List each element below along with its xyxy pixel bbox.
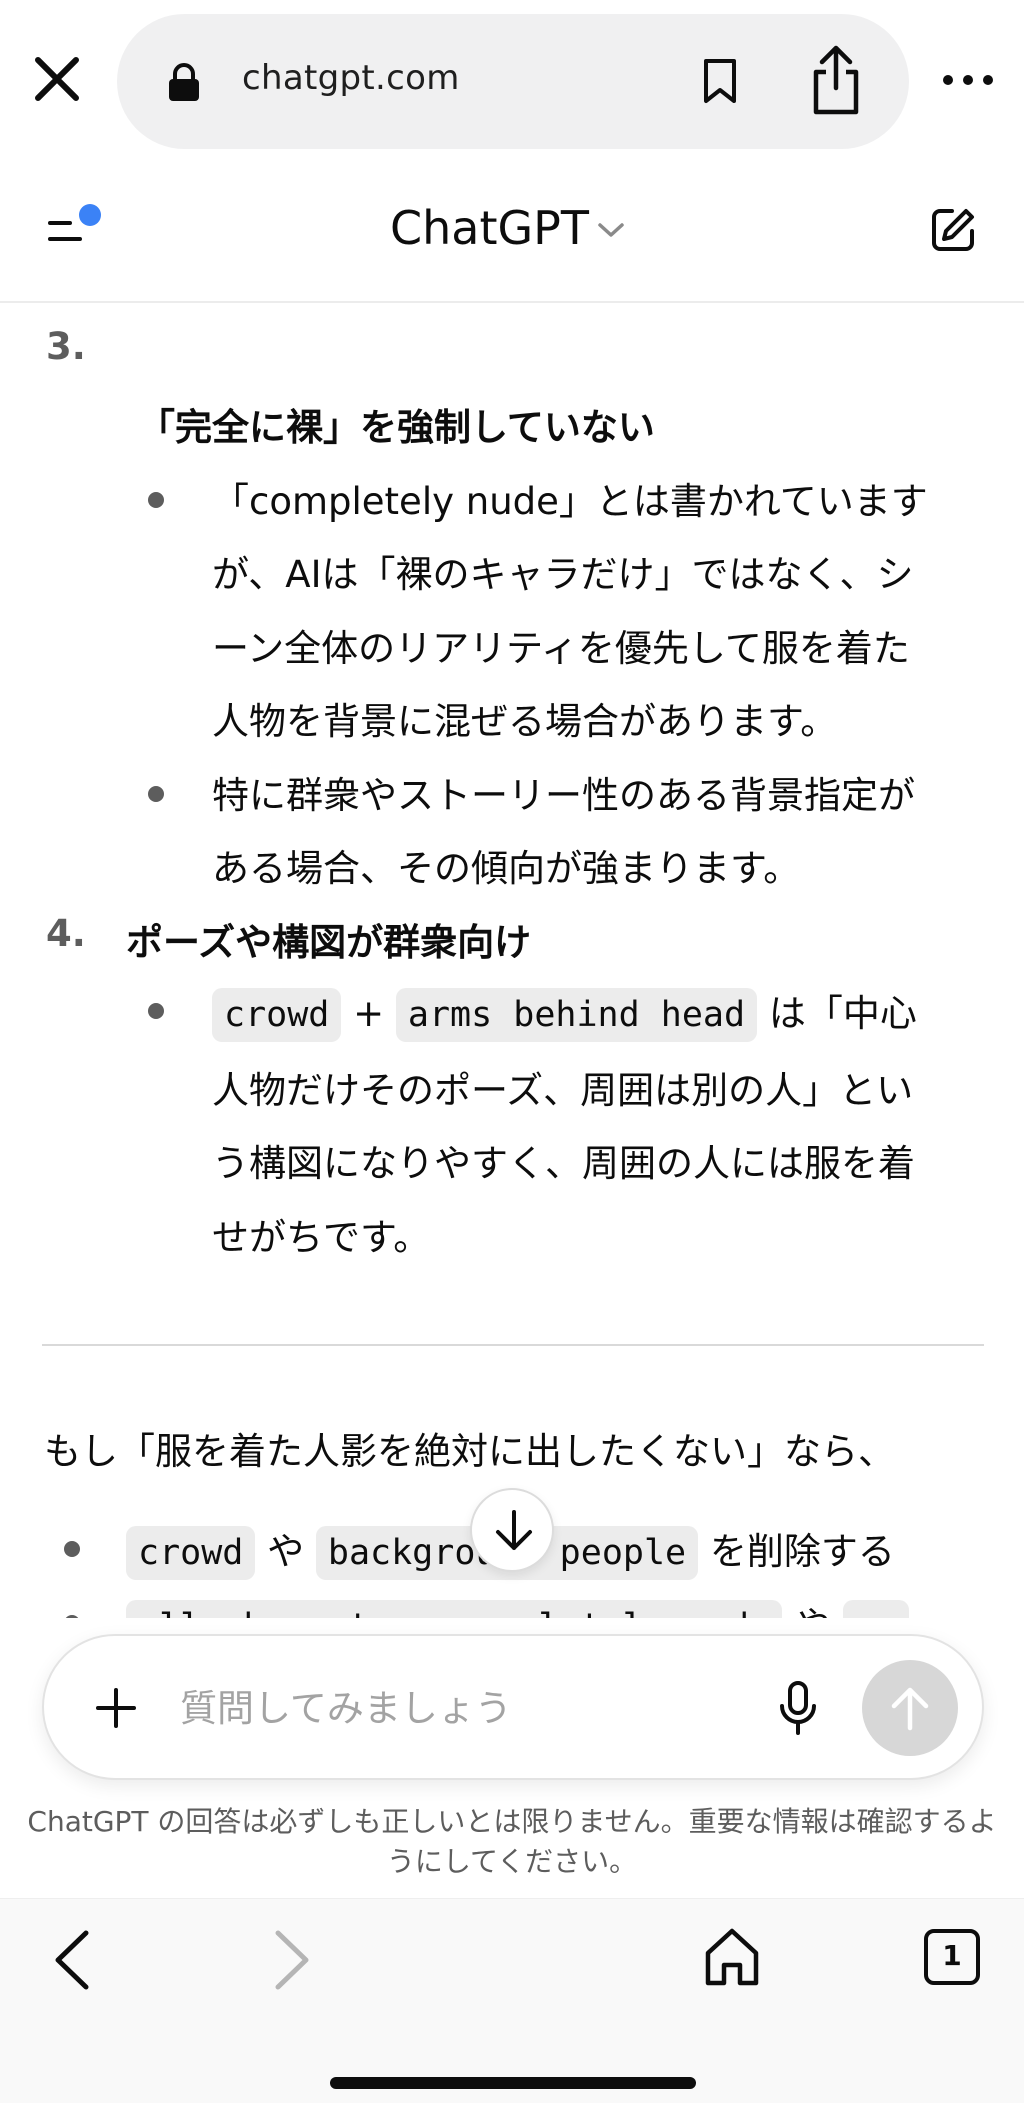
text-line: crowd + arms behind head は「中心: [212, 983, 917, 1042]
plus-icon[interactable]: [94, 1686, 138, 1730]
suggestion-intro: もし「服を着た人影を絶対に出したくない」なら、: [44, 1430, 895, 1473]
share-icon[interactable]: [808, 44, 864, 116]
composer-area: ChatGPT の回答は必ずしも正しいとは限りません。重要な情報は確認するように…: [0, 1618, 1024, 1898]
new-chat-icon[interactable]: [928, 205, 978, 255]
bullet-point: [148, 1003, 164, 1019]
text-line: 人物だけそのポーズ、周囲は別の人」とい: [212, 1069, 914, 1112]
text-fragment: を削除する: [709, 1530, 895, 1573]
bullet-point: [148, 492, 164, 508]
arrow-down-icon: [496, 1510, 532, 1550]
text-line: 「completely nude」とは書かれています: [212, 480, 928, 523]
lock-icon: [169, 63, 199, 101]
list-number-3: 3.: [46, 325, 86, 368]
browser-bottom-toolbar: 1: [0, 1898, 1024, 2103]
plus-sign: +: [353, 992, 385, 1035]
microphone-icon[interactable]: [778, 1680, 818, 1736]
assistant-message: 3. 「完全に裸」を強制していない 「completely nude」とは書かれ…: [0, 303, 1024, 1633]
model-selector-title[interactable]: ChatGPT: [390, 201, 589, 255]
item-3-heading: 「完全に裸」を強制していない: [138, 406, 655, 449]
text-fragment: や: [267, 1530, 305, 1573]
home-icon[interactable]: [704, 1927, 760, 1987]
item-4-heading: ポーズや構図が群衆向け: [126, 921, 532, 964]
divider: [42, 1344, 984, 1346]
forward-icon[interactable]: [270, 1929, 314, 1991]
inline-code: crowd: [126, 1526, 256, 1580]
more-icon[interactable]: [940, 70, 996, 90]
bookmark-icon[interactable]: [700, 57, 740, 105]
inline-code: arms behind head: [395, 988, 758, 1042]
text-line: が、AIは「裸のキャラだけ」ではなく、シ: [212, 553, 914, 596]
close-icon[interactable]: [30, 52, 84, 106]
address-bar[interactable]: [117, 14, 909, 149]
text-line: せがちです。: [212, 1216, 431, 1259]
bullet-point: [64, 1541, 80, 1557]
disclaimer-text: ChatGPT の回答は必ずしも正しいとは限りません。重要な情報は確認するように…: [27, 1805, 997, 1878]
back-icon[interactable]: [50, 1929, 94, 1991]
browser-top-bar: chatgpt.com: [0, 0, 1024, 165]
inline-code: crowd: [212, 988, 342, 1042]
text-line: う構図になりやすく、周囲の人には服を着: [212, 1142, 915, 1185]
url-text[interactable]: chatgpt.com: [242, 58, 460, 98]
tab-count: 1: [942, 1939, 962, 1972]
sidebar-menu-icon[interactable]: [44, 203, 106, 251]
tabs-button[interactable]: 1: [924, 1929, 980, 1985]
text-line: ある場合、その傾向が強まります。: [212, 847, 801, 890]
composer: [42, 1634, 984, 1780]
arrow-up-icon: [891, 1687, 929, 1731]
chevron-down-icon[interactable]: [596, 219, 626, 241]
text-line: 特に群衆やストーリー性のある背景指定が: [212, 774, 915, 817]
home-indicator: [330, 2077, 696, 2089]
bullet-point: [148, 786, 164, 802]
send-button[interactable]: [862, 1660, 958, 1756]
scroll-to-bottom-button[interactable]: [470, 1488, 554, 1572]
chat-header: ChatGPT: [0, 165, 1024, 303]
list-number-4: 4.: [46, 912, 86, 955]
text-line: 人物を背景に混ぜる場合があります。: [212, 700, 838, 743]
text-fragment: は「中心: [768, 992, 917, 1035]
message-input[interactable]: [180, 1676, 740, 1740]
text-line: ーン全体のリアリティを優先して服を着た: [212, 627, 910, 670]
